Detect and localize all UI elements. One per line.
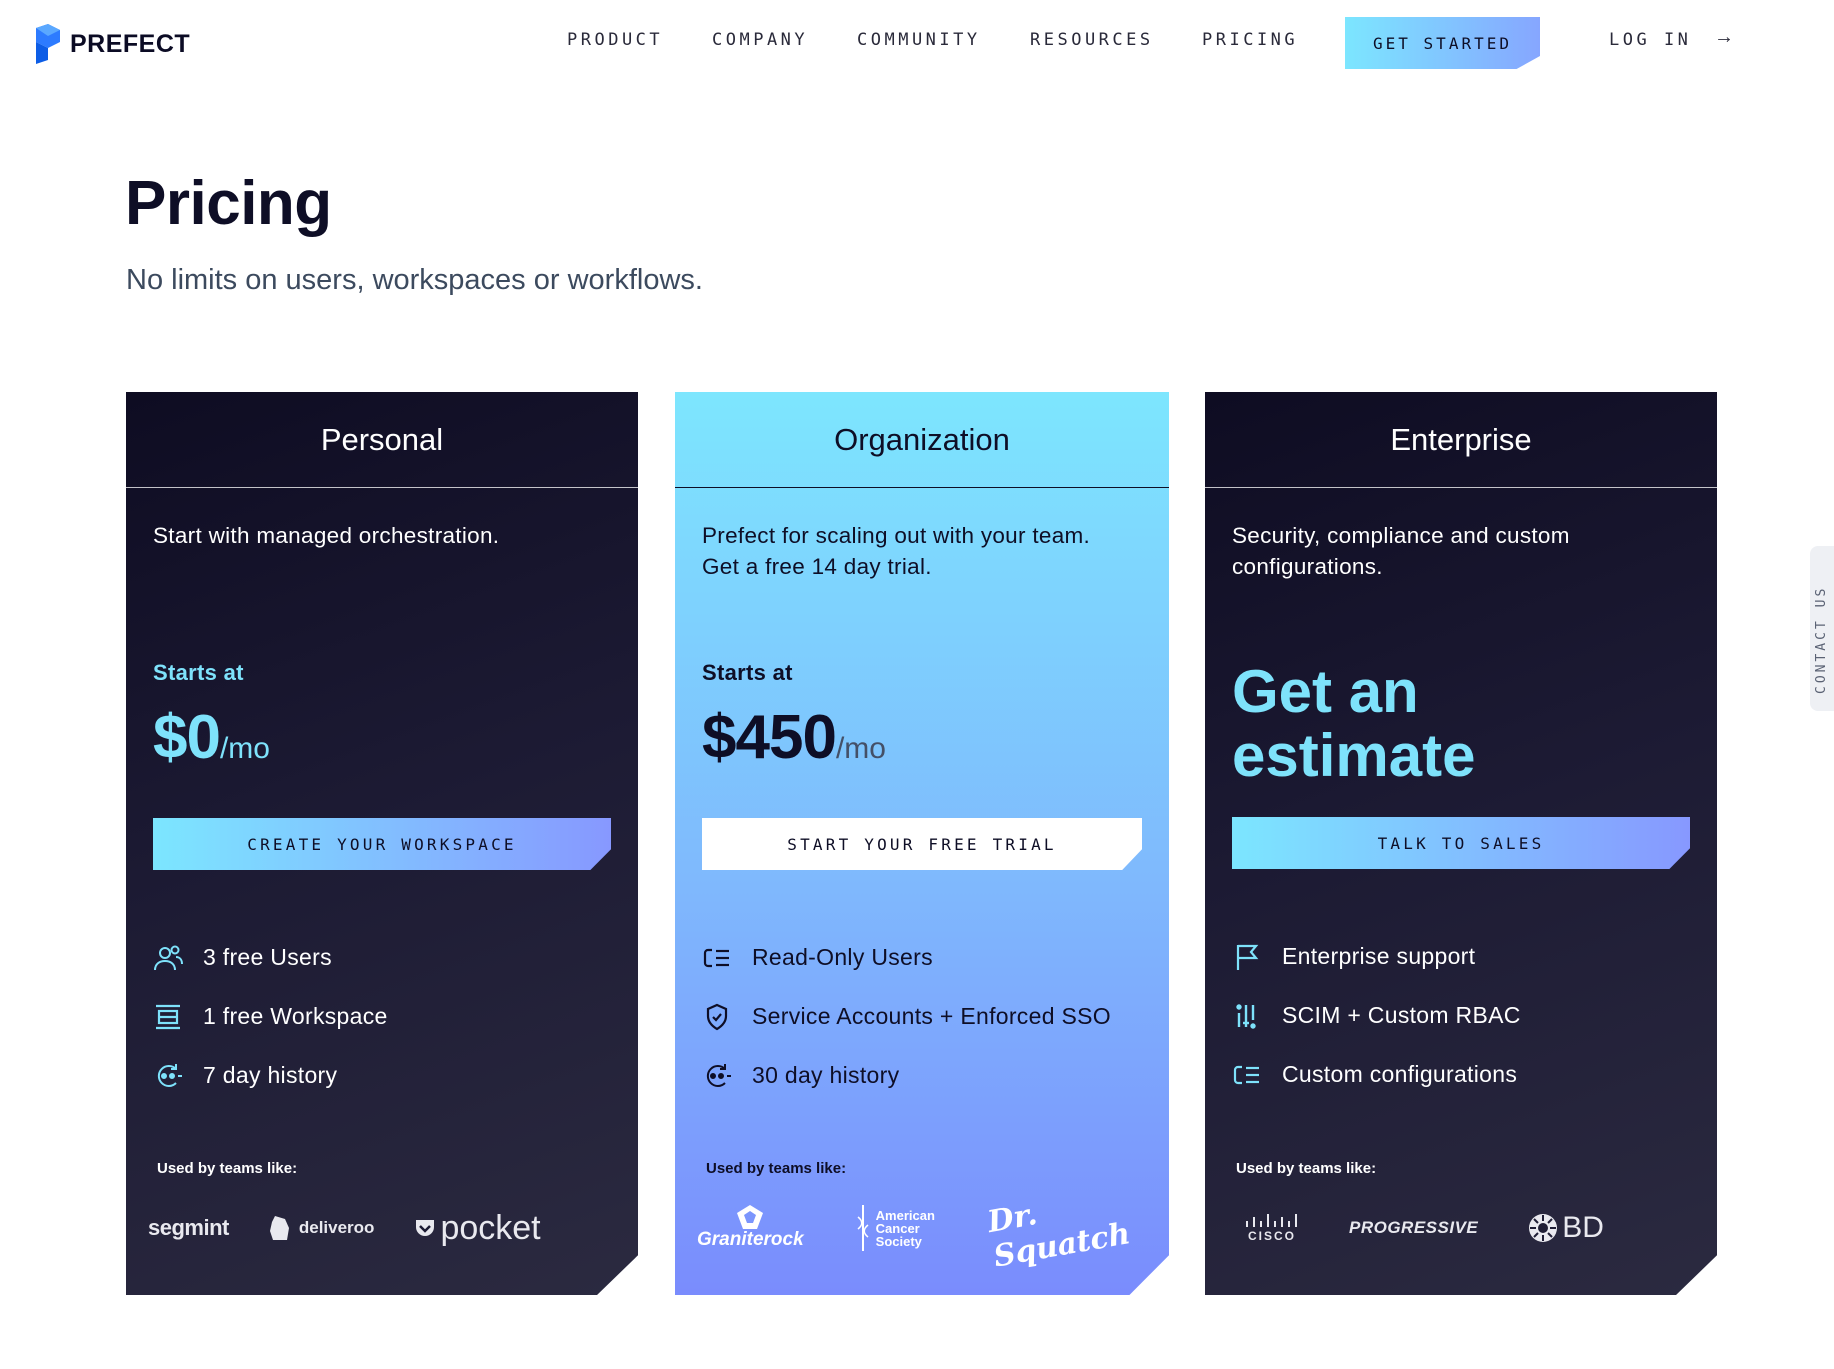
price-unit: /mo	[219, 732, 270, 765]
graniterock-text: Graniterock	[697, 1229, 804, 1250]
estimate-heading: Get an estimate	[1232, 660, 1475, 788]
plan-card-organization: Organization Prefect for scaling out wit…	[675, 392, 1169, 1295]
plan-card-enterprise: Enterprise Security, compliance and cust…	[1205, 392, 1717, 1295]
american-cancer-society-logo: American Cancer Society	[856, 1205, 942, 1251]
pocket-logo: pocket	[414, 1208, 541, 1248]
customer-logos: Graniterock American Cancer Society Dr. …	[697, 1192, 1169, 1275]
plan-name: Organization	[675, 392, 1169, 488]
nav-login[interactable]: LOG IN	[1609, 30, 1691, 50]
talk-to-sales-button[interactable]: TALK TO SALES	[1232, 817, 1690, 869]
feature-label: 7 day history	[203, 1062, 338, 1088]
dr-squatch-logo: Dr. Squatch	[984, 1197, 1133, 1275]
plan-price: $0 /mo	[153, 702, 270, 773]
feature-item: SCIM + Custom RBAC	[1232, 986, 1521, 1045]
workspace-icon	[153, 1002, 183, 1032]
starts-at-label: Starts at	[153, 660, 244, 685]
plan-name: Enterprise	[1205, 392, 1717, 488]
used-by-label: Used by teams like:	[1236, 1160, 1377, 1177]
nav-product[interactable]: PRODUCT	[567, 30, 663, 50]
feature-label: SCIM + Custom RBAC	[1282, 1002, 1521, 1028]
deliveroo-text: deliveroo	[298, 1218, 375, 1237]
plan-price: $450 /mo	[702, 702, 886, 773]
bd-logo: BD	[1528, 1211, 1604, 1245]
nav-resources[interactable]: RESOURCES	[1030, 30, 1154, 50]
customer-logos: segmint deliveroo pocket	[148, 1192, 581, 1264]
estimate-line-1: Get an	[1232, 658, 1419, 725]
feature-item: Custom configurations	[1232, 1045, 1521, 1104]
nav-company[interactable]: COMPANY	[712, 30, 808, 50]
feature-label: Enterprise support	[1282, 943, 1476, 969]
page-title: Pricing	[125, 169, 332, 238]
cisco-bars-icon	[1246, 1214, 1297, 1227]
plan-description: Security, compliance and custom configur…	[1232, 523, 1570, 579]
feature-label: 1 free Workspace	[203, 1003, 388, 1029]
prefect-logo[interactable]: PREFECT	[36, 24, 190, 64]
feature-label: Service Accounts + Enforced SSO	[752, 1003, 1111, 1029]
feature-label: Custom configurations	[1282, 1061, 1518, 1087]
arrow-right-icon[interactable]: →	[1714, 26, 1734, 49]
feature-item: 7 day history	[153, 1046, 388, 1105]
segmint-logo: segmint	[148, 1215, 229, 1240]
feature-item: 1 free Workspace	[153, 987, 388, 1046]
feature-label: 30 day history	[752, 1062, 900, 1088]
feature-item: 30 day history	[702, 1046, 1111, 1105]
brand-name: PREFECT	[70, 29, 191, 58]
sword-icon	[857, 1205, 869, 1251]
feature-list: Enterprise support SCIM + Custom RBAC Cu…	[1232, 927, 1521, 1104]
feature-list: Read-Only Users Service Accounts + Enfor…	[702, 928, 1111, 1105]
graniterock-mark-icon	[737, 1205, 764, 1229]
pocket-text: pocket	[440, 1208, 541, 1247]
acs-text: American Cancer Society	[875, 1207, 935, 1249]
page-subtitle: No limits on users, workspaces or workfl…	[126, 264, 703, 296]
flag-icon	[1232, 942, 1262, 972]
plan-description: Start with managed orchestration.	[153, 523, 500, 548]
used-by-label: Used by teams like:	[706, 1160, 847, 1177]
kangaroo-icon	[269, 1216, 289, 1240]
contact-us-tab[interactable]: CONTACT US	[1810, 546, 1834, 711]
contact-us-label: CONTACT US	[1814, 585, 1829, 694]
nav-pricing[interactable]: PRICING	[1202, 30, 1298, 50]
starts-at-label: Starts at	[702, 660, 793, 685]
graniterock-logo: Graniterock	[697, 1205, 804, 1251]
feature-item: Enterprise support	[1232, 927, 1521, 986]
used-by-label: Used by teams like:	[157, 1160, 298, 1177]
customer-logos: CISCO PROGRESSIVE BD	[1245, 1192, 1644, 1264]
site-header: PREFECT PRODUCT COMPANY COMMUNITY RESOUR…	[0, 0, 1834, 90]
cisco-logo: CISCO	[1245, 1213, 1299, 1243]
plan-card-personal: Personal Start with managed orchestratio…	[126, 392, 638, 1295]
prefect-logo-icon	[36, 24, 60, 64]
feature-label: Read-Only Users	[752, 944, 933, 970]
plan-name: Personal	[126, 392, 638, 488]
rbac-icon	[1232, 1001, 1262, 1031]
history-icon	[702, 1061, 732, 1091]
estimate-line-2: estimate	[1232, 722, 1476, 789]
start-free-trial-button[interactable]: START YOUR FREE TRIAL	[702, 818, 1142, 870]
cisco-text: CISCO	[1247, 1229, 1296, 1243]
users-icon	[153, 943, 183, 973]
feature-list: 3 free Users 1 free Workspace 7 day hist…	[153, 928, 388, 1105]
pocket-icon	[416, 1220, 435, 1236]
plan-description: Prefect for scaling out with your team. …	[702, 523, 1091, 579]
feature-label: 3 free Users	[203, 944, 332, 970]
nav-community[interactable]: COMMUNITY	[857, 30, 981, 50]
create-workspace-button[interactable]: CREATE YOUR WORKSPACE	[153, 818, 611, 870]
history-icon	[153, 1061, 183, 1091]
list-icon	[1232, 1060, 1262, 1090]
shield-icon	[702, 1002, 732, 1032]
price-unit: /mo	[835, 732, 886, 765]
price-amount: $450	[702, 703, 837, 772]
bd-sun-icon	[1529, 1214, 1558, 1242]
feature-item: Read-Only Users	[702, 928, 1111, 987]
feature-item: Service Accounts + Enforced SSO	[702, 987, 1111, 1046]
bd-text: BD	[1562, 1211, 1604, 1244]
progressive-logo: PROGRESSIVE	[1349, 1218, 1479, 1237]
feature-item: 3 free Users	[153, 928, 388, 987]
list-icon	[702, 943, 732, 973]
get-started-button[interactable]: GET STARTED	[1345, 17, 1540, 69]
deliveroo-logo: deliveroo	[269, 1215, 375, 1241]
price-amount: $0	[153, 703, 221, 772]
